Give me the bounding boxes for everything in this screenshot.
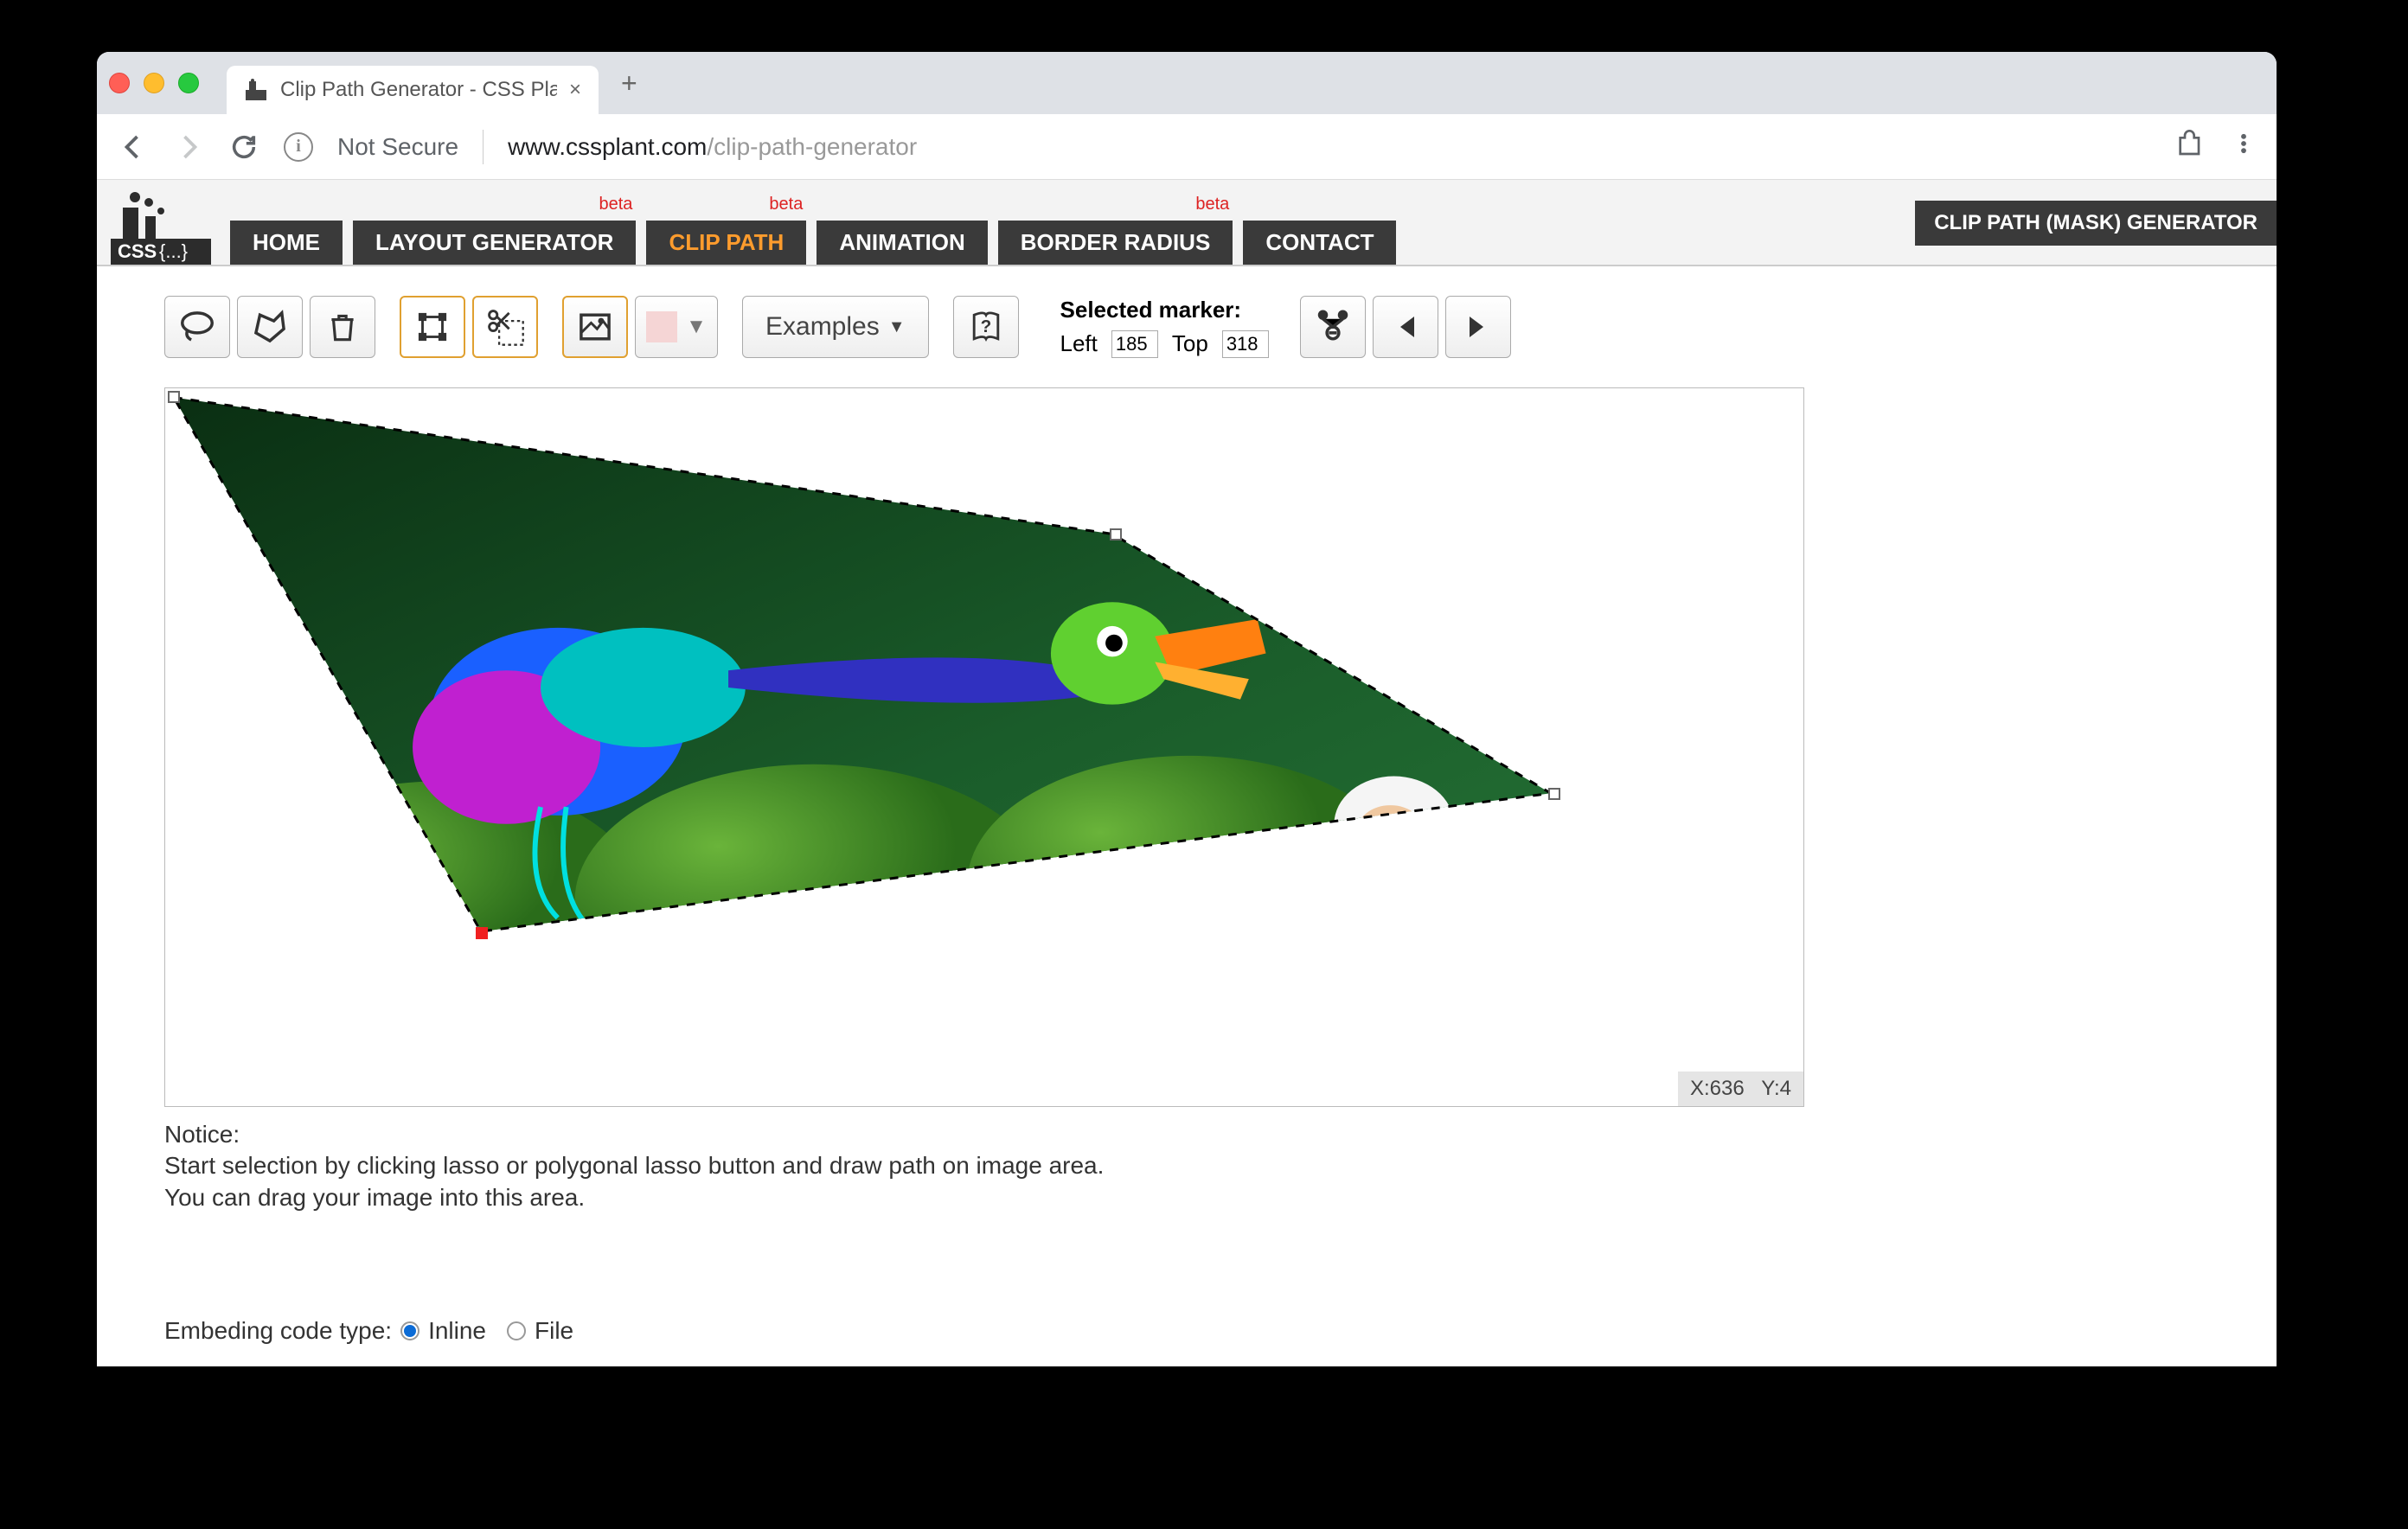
coordinate-readout: X:636 Y:4 — [1678, 1072, 1803, 1106]
address-bar: i Not Secure www.cssplant.com /clip-path… — [97, 114, 2277, 180]
polygon-handle[interactable] — [168, 391, 180, 403]
left-label: Left — [1060, 330, 1098, 357]
y-label: Y: — [1761, 1077, 1779, 1100]
close-window-button[interactable] — [109, 73, 130, 93]
notice-line: Start selection by clicking lasso or pol… — [164, 1150, 2277, 1181]
nav-label: LAYOUT GENERATOR — [375, 229, 613, 255]
generator-title: CLIP PATH (MASK) GENERATOR — [1915, 201, 2277, 246]
clipped-image — [165, 388, 1803, 1106]
svg-text:?: ? — [980, 317, 991, 336]
top-label: Top — [1172, 330, 1208, 357]
nav-label: ANIMATION — [839, 229, 964, 255]
shopping-bag-icon[interactable] — [2178, 130, 2206, 164]
top-input[interactable] — [1222, 330, 1269, 358]
new-tab-button[interactable]: + — [621, 67, 637, 99]
delete-node-icon[interactable] — [1300, 296, 1366, 358]
extensions-area — [2178, 130, 2256, 164]
url-path: /clip-path-generator — [707, 133, 917, 161]
main-nav: HOME beta LAYOUT GENERATOR beta CLIP PAT… — [230, 221, 1396, 265]
notice-line: You can drag your image into this area. — [164, 1182, 2277, 1213]
tab-title: Clip Path Generator - CSS Plan — [280, 78, 557, 102]
nav-label: CLIP PATH — [669, 229, 784, 255]
radio-file[interactable] — [507, 1321, 526, 1340]
separator — [483, 130, 484, 164]
polygonal-lasso-tool-icon[interactable] — [237, 296, 303, 358]
site-header: CSS {...} HOME beta LAYOUT GENERATOR — [97, 180, 2277, 266]
embed-options: Embeding code type: Inline File — [164, 1317, 2277, 1345]
favicon-icon — [244, 78, 268, 102]
beta-badge: beta — [599, 195, 633, 214]
polygon-handle[interactable] — [1548, 788, 1560, 800]
reload-icon[interactable] — [228, 131, 259, 163]
embed-label: Embeding code type: — [164, 1317, 392, 1345]
nav-label: HOME — [253, 229, 320, 255]
nav-clip-path[interactable]: beta CLIP PATH — [646, 221, 806, 265]
lasso-tool-icon[interactable] — [164, 296, 230, 358]
examples-dropdown[interactable]: Examples ▼ — [742, 296, 929, 358]
nav-border-radius[interactable]: beta BORDER RADIUS — [998, 221, 1233, 265]
url-field[interactable]: www.cssplant.com /clip-path-generator — [508, 133, 2154, 161]
security-status: Not Secure — [337, 133, 458, 161]
radio-inline-label: Inline — [428, 1317, 486, 1345]
minimize-window-button[interactable] — [144, 73, 164, 93]
polygon-handle-selected[interactable] — [476, 927, 488, 939]
scissors-tool-icon[interactable] — [472, 296, 538, 358]
notice-block: Notice: Start selection by clicking lass… — [164, 1119, 2277, 1213]
color-swatch — [646, 311, 677, 342]
nav-label: BORDER RADIUS — [1021, 229, 1211, 255]
nav-label: CONTACT — [1265, 229, 1374, 255]
marker-title: Selected marker: — [1060, 297, 1269, 323]
nav-animation[interactable]: ANIMATION — [817, 221, 987, 265]
image-picker-icon[interactable] — [562, 296, 628, 358]
forward-icon[interactable] — [173, 131, 204, 163]
skip-previous-icon[interactable] — [1373, 296, 1438, 358]
back-icon[interactable] — [118, 131, 149, 163]
window-controls — [109, 73, 199, 93]
kebab-menu-icon[interactable] — [2232, 131, 2256, 163]
nav-layout-generator[interactable]: beta LAYOUT GENERATOR — [353, 221, 636, 265]
svg-text:{...}: {...} — [159, 240, 188, 262]
help-book-icon[interactable]: ? — [953, 296, 1019, 358]
skip-next-icon[interactable] — [1445, 296, 1511, 358]
left-input[interactable] — [1111, 330, 1158, 358]
toolbar: ▼ Examples ▼ ? Selected marker: Left — [97, 266, 2277, 387]
page-content: CSS {...} HOME beta LAYOUT GENERATOR — [97, 180, 2277, 1366]
x-label: X: — [1690, 1077, 1710, 1100]
x-value: 636 — [1710, 1077, 1745, 1100]
beta-badge: beta — [1195, 195, 1229, 214]
chevron-down-icon: ▼ — [888, 317, 906, 337]
polygon-handle[interactable] — [1110, 528, 1122, 541]
radio-file-label: File — [535, 1317, 573, 1345]
y-value: 4 — [1780, 1077, 1791, 1100]
trash-icon[interactable] — [310, 296, 375, 358]
chevron-down-icon: ▼ — [686, 315, 707, 339]
browser-tab[interactable]: Clip Path Generator - CSS Plan × — [227, 66, 599, 114]
tab-strip: Clip Path Generator - CSS Plan × + — [97, 52, 2277, 114]
url-host: www.cssplant.com — [508, 133, 707, 161]
canvas-area[interactable]: X:636 Y:4 — [164, 387, 1804, 1107]
svg-text:CSS: CSS — [118, 240, 157, 262]
nav-home[interactable]: HOME — [230, 221, 343, 265]
notice-heading: Notice: — [164, 1119, 2277, 1150]
maximize-window-button[interactable] — [178, 73, 199, 93]
examples-label: Examples — [765, 312, 880, 342]
browser-window: Clip Path Generator - CSS Plan × + i Not… — [97, 52, 2277, 1366]
site-info-icon[interactable]: i — [284, 132, 313, 162]
tab-close-icon[interactable]: × — [569, 78, 581, 102]
color-picker-button[interactable]: ▼ — [635, 296, 718, 358]
beta-badge: beta — [769, 195, 803, 214]
marker-panel: Selected marker: Left Top — [1060, 297, 1269, 358]
transform-tool-icon[interactable] — [400, 296, 465, 358]
radio-inline[interactable] — [400, 1321, 419, 1340]
site-logo[interactable]: CSS {...} — [111, 190, 220, 265]
nav-contact[interactable]: CONTACT — [1243, 221, 1396, 265]
